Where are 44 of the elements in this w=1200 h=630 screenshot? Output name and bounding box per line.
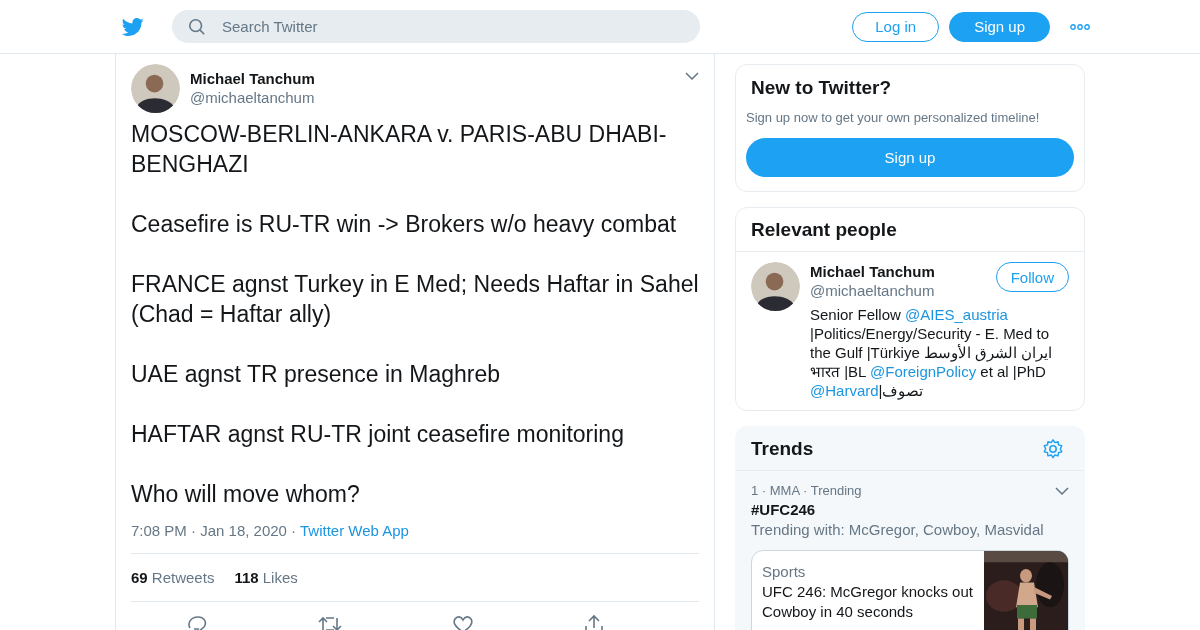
- source-link[interactable]: Twitter Web App: [300, 522, 409, 539]
- tweet-text: HAFTAR agnst RU-TR joint ceasefire monitoring: [131, 420, 625, 449]
- tweet-text: UAE agnst TR presence in Maghreb: [131, 360, 502, 389]
- mention-link[interactable]: @AIES_austria: [905, 306, 1008, 323]
- news-headline: UFC 246: McGregor knocks out Cowboy in 40 seconds: [762, 582, 974, 622]
- search-icon: [188, 18, 206, 36]
- sign-up-button[interactable]: Sign up: [949, 11, 1050, 42]
- avatar-icon[interactable]: [751, 262, 800, 311]
- card-title: Relevant people: [736, 208, 1084, 252]
- news-card[interactable]: Sports UFC 246: McGregor knocks out Cowboy in 40 seconds: [751, 550, 1069, 630]
- signup-text: Sign up now to get your own personalized timeline!: [746, 110, 1041, 125]
- author-name[interactable]: Michael Tanchum: [190, 69, 315, 88]
- trend-meta: 1 · MMA · Trending: [751, 483, 862, 498]
- tweet-text: MOSCOW-BERLIN-ANKARA v. PARIS-ABU DHABI-BENGHAZI: [131, 120, 668, 179]
- heart-icon[interactable]: [452, 614, 474, 630]
- share-icon[interactable]: [584, 614, 604, 630]
- chevron-down-icon[interactable]: [685, 72, 699, 80]
- follow-button[interactable]: Follow: [995, 262, 1069, 292]
- tweet-text: Who will move whom?: [131, 480, 361, 509]
- chevron-down-icon[interactable]: [1055, 486, 1069, 495]
- search-field[interactable]: Search Twitter: [172, 10, 700, 43]
- person-handle[interactable]: @michaeltanchum: [810, 281, 935, 300]
- log-in-button[interactable]: Log in: [852, 11, 940, 42]
- more-icon[interactable]: [1070, 23, 1090, 30]
- bird-logo-icon[interactable]: [120, 15, 146, 38]
- person-name[interactable]: Michael Tanchum: [810, 262, 935, 281]
- sign-up-button[interactable]: Sign up: [746, 138, 1074, 177]
- mention-link[interactable]: @Harvard: [810, 382, 879, 399]
- news-category: Sports: [762, 563, 807, 580]
- avatar-icon[interactable]: [131, 64, 180, 113]
- retweet-icon[interactable]: [318, 614, 342, 630]
- mention-link[interactable]: @ForeignPolicy: [870, 363, 977, 380]
- reply-icon[interactable]: [186, 614, 208, 630]
- card-title: New to Twitter?: [750, 76, 893, 100]
- settings-icon[interactable]: [1042, 438, 1064, 460]
- card-title: Trends: [750, 437, 815, 461]
- stat-count[interactable]: 118 Likes: [234, 569, 298, 586]
- tweet-text: Ceasefire is RU-TR win -> Brokers w/o heavy combat: [131, 210, 678, 239]
- stat-count[interactable]: 69 Retweets: [131, 569, 215, 586]
- trend-context: Trending with: McGregor, Cowboy, Masvidal: [751, 521, 1045, 538]
- tweet-text: FRANCE agnst Turkey in E Med; Needs Haftar in Sahel (Chad = Haftar ally): [131, 270, 699, 329]
- trend-name[interactable]: #UFC246: [751, 501, 1069, 518]
- tweet-timestamp: 7:08 PM · Jan 18, 2020 ·: [131, 522, 297, 539]
- author-handle[interactable]: @michaeltanchum: [190, 88, 315, 107]
